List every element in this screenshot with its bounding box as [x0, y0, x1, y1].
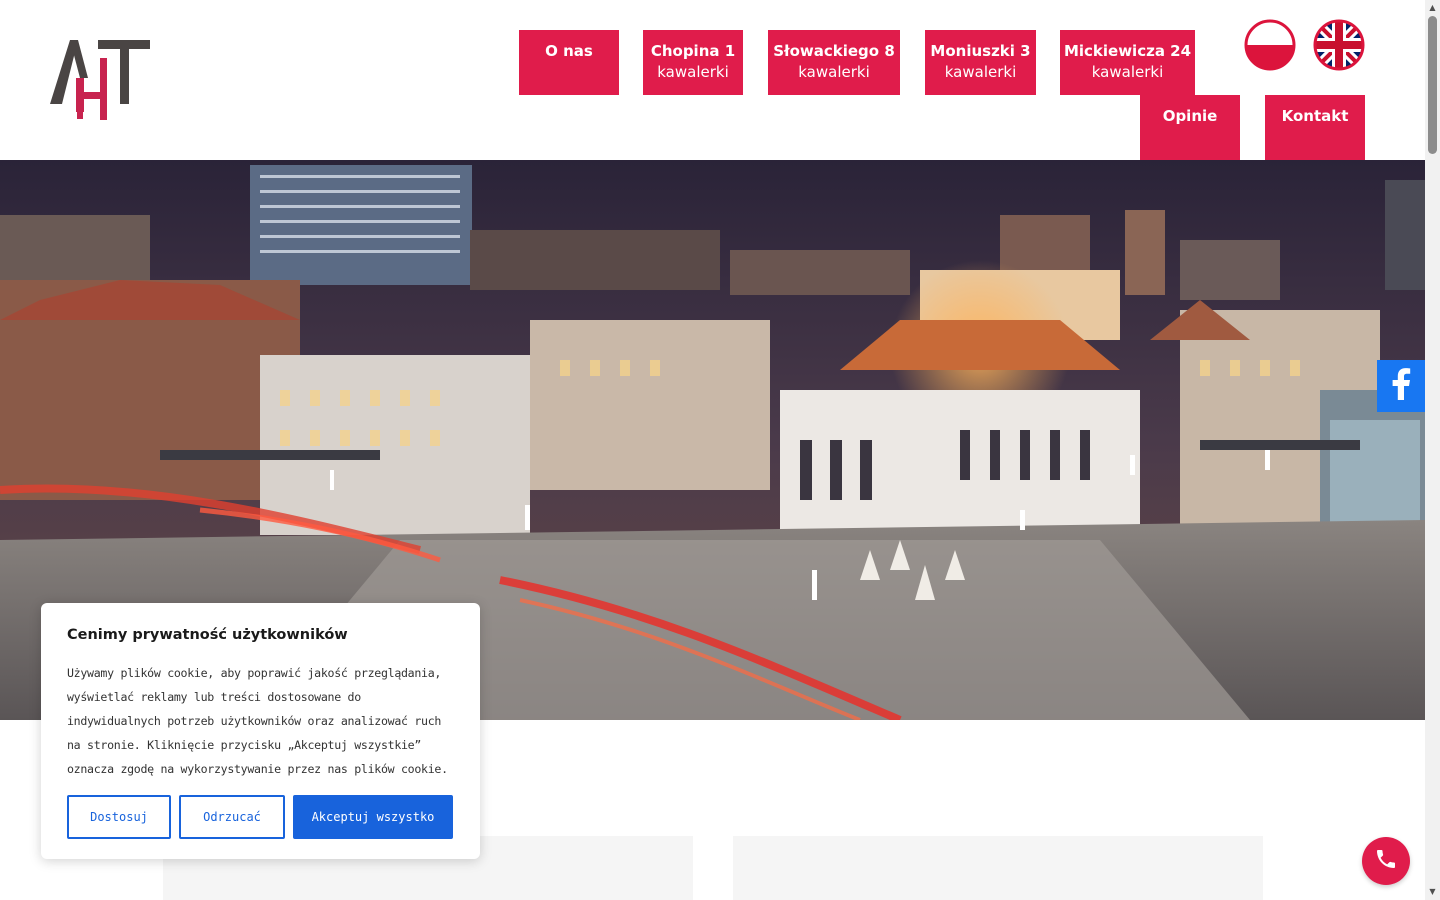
- nav-label: Chopina 1: [650, 42, 736, 60]
- cookie-buttons: Dostosuj Odrzucać Akceptuj wszystko: [67, 795, 453, 839]
- scroll-up-arrow-icon[interactable]: ▲: [1425, 2, 1440, 14]
- reject-button[interactable]: Odrzucać: [179, 795, 285, 839]
- content-card-right: [733, 836, 1263, 900]
- aht-logo[interactable]: [48, 38, 152, 122]
- nav-sublabel: kawalerki: [944, 63, 1017, 81]
- nav-moniuszki-3[interactable]: Moniuszki 3 kawalerki: [925, 30, 1036, 95]
- nav-label: Moniuszki 3: [930, 42, 1031, 60]
- nav-label: Opinie: [1162, 107, 1218, 125]
- nav-sublabel: kawalerki: [657, 63, 729, 81]
- polish-flag-icon[interactable]: [1244, 19, 1296, 71]
- nav-mickiewicza-24[interactable]: Mickiewicza 24 kawalerki: [1060, 30, 1195, 95]
- phone-icon: [1374, 847, 1398, 875]
- scrollbar-thumb[interactable]: [1428, 16, 1437, 154]
- page-scrollbar[interactable]: ▲ ▼: [1425, 0, 1440, 900]
- nav-o-nas[interactable]: O nas: [519, 30, 619, 95]
- nav-slowackiego-8[interactable]: Słowackiego 8 kawalerki: [768, 30, 900, 95]
- nav-label: O nas: [545, 42, 593, 60]
- phone-button[interactable]: [1362, 837, 1410, 885]
- facebook-icon: [1390, 368, 1412, 404]
- customize-button[interactable]: Dostosuj: [67, 795, 171, 839]
- nav-opinie[interactable]: Opinie: [1140, 95, 1240, 160]
- facebook-button[interactable]: [1377, 360, 1425, 412]
- nav-label: Słowackiego 8: [773, 42, 895, 60]
- cookie-consent-dialog: Cenimy prywatność użytkowników Używamy p…: [41, 603, 480, 859]
- nav-label: Mickiewicza 24: [1063, 42, 1192, 60]
- uk-flag-icon[interactable]: [1313, 19, 1365, 71]
- nav-kontakt[interactable]: Kontakt: [1265, 95, 1365, 160]
- accept-all-button[interactable]: Akceptuj wszystko: [293, 795, 453, 839]
- nav-sublabel: kawalerki: [1091, 63, 1164, 81]
- cookie-body: Używamy plików cookie, aby poprawić jako…: [67, 666, 448, 776]
- nav-sublabel: kawalerki: [798, 63, 870, 81]
- nav-label: Kontakt: [1281, 107, 1349, 125]
- nav-chopina-1[interactable]: Chopina 1 kawalerki: [643, 30, 743, 95]
- scroll-down-arrow-icon[interactable]: ▼: [1425, 886, 1440, 898]
- cookie-title: Cenimy prywatność użytkowników: [67, 627, 348, 643]
- site-header: O nas Chopina 1 kawalerki Słowackiego 8 …: [0, 0, 1425, 160]
